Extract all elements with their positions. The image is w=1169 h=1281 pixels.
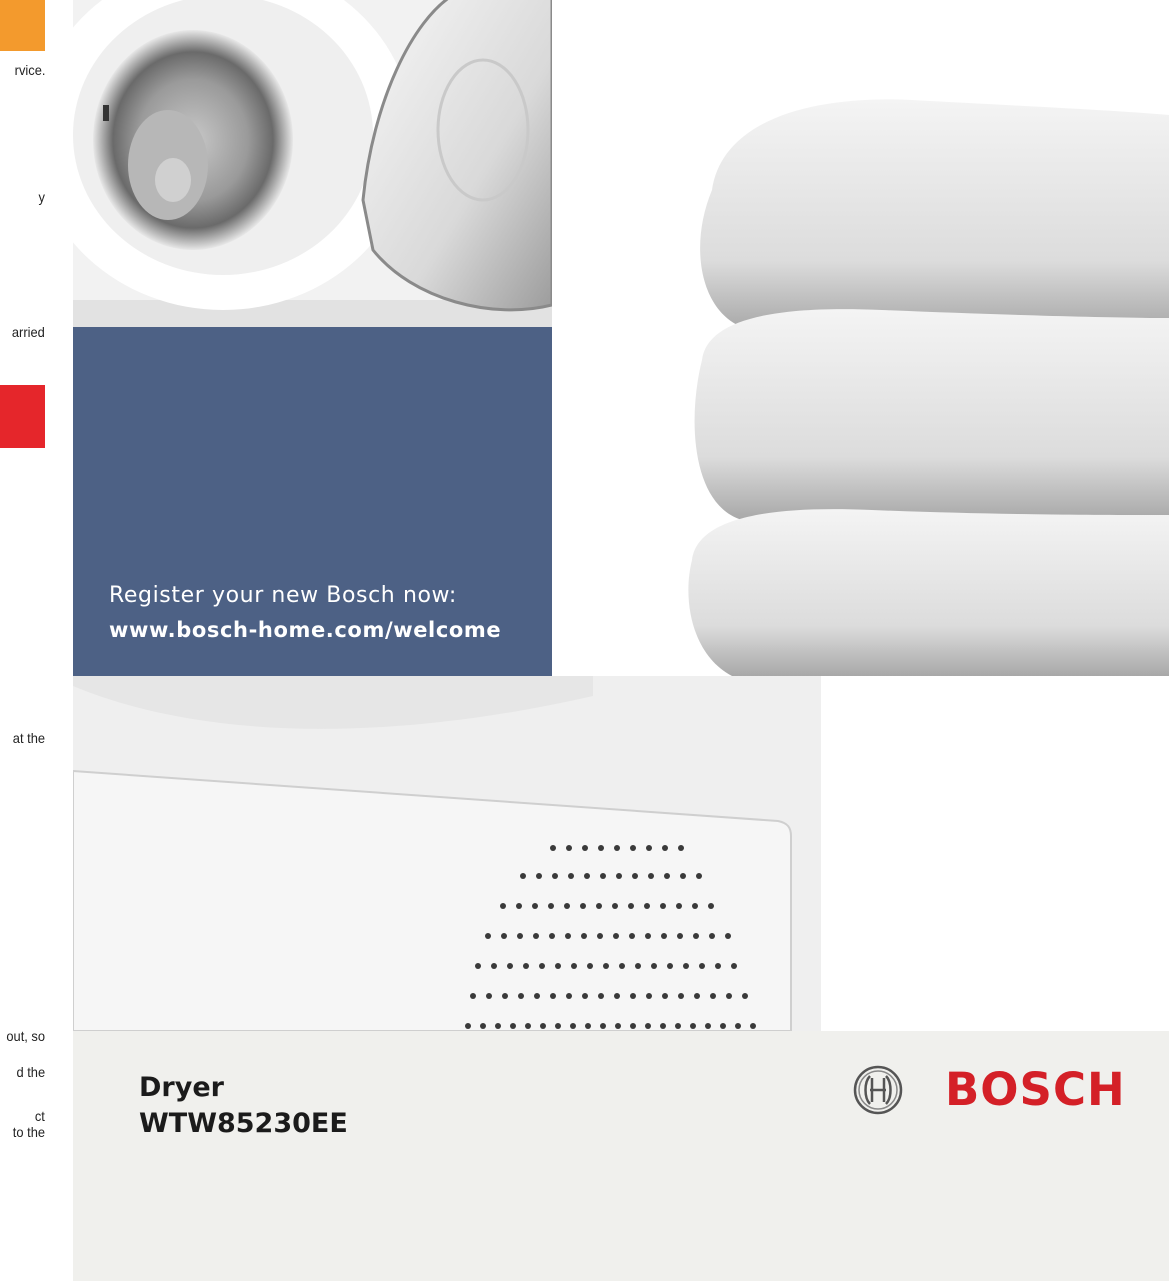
- fragment-text: ct: [34, 1108, 45, 1124]
- caution-bar: [0, 0, 45, 51]
- towels-illustration: [552, 0, 1169, 676]
- fragment-text: rvice.: [14, 62, 45, 78]
- dryer-panel-photo: [73, 676, 821, 1031]
- dryer-drum-photo: [73, 0, 552, 327]
- towels-photo: [552, 0, 1169, 676]
- vent-panel-illustration: [73, 676, 821, 1031]
- fragment-text: at the: [12, 730, 45, 746]
- blank-area: [821, 676, 1169, 1031]
- product-type: Dryer: [139, 1072, 224, 1103]
- brand-name: BOSCH: [945, 1063, 1126, 1116]
- register-prompt: Register your new Bosch now:: [109, 583, 457, 608]
- brand-logo: BOSCH: [852, 1064, 1132, 1116]
- bosch-armature-icon: [853, 1065, 903, 1115]
- previous-page-fragment: rvice. y arried at the out, so d the ct …: [0, 0, 73, 1281]
- product-band: Dryer WTW85230EE BOSCH: [73, 1031, 1169, 1281]
- product-model: WTW85230EE: [139, 1108, 348, 1139]
- fragment-text: d the: [16, 1064, 45, 1080]
- warning-bar: [0, 385, 45, 448]
- fragment-text: to the: [12, 1124, 45, 1140]
- dryer-drum-illustration: [73, 0, 552, 327]
- register-url-link[interactable]: www.bosch-home.com/welcome: [109, 618, 501, 642]
- register-panel: Register your new Bosch now: www.bosch-h…: [73, 327, 552, 676]
- fragment-text: y: [38, 189, 45, 205]
- fragment-text: arried: [12, 324, 45, 340]
- fragment-text: out, so: [6, 1028, 45, 1044]
